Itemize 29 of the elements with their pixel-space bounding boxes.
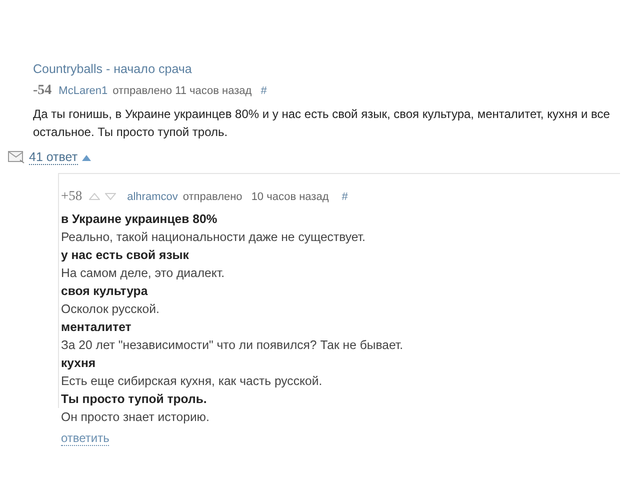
reply-text: Реально, такой национальности даже не существует. [61, 229, 366, 246]
comment-timestamp: отправлено 11 часов назад [112, 85, 252, 97]
replies-link[interactable]: 41 ответ [29, 150, 78, 165]
permalink[interactable]: # [260, 85, 267, 97]
reply-timestamp: 10 часов назад [251, 191, 329, 203]
quoted-text: у нас есть свой язык [61, 247, 190, 264]
downvote-icon[interactable] [105, 193, 116, 200]
post-title-link[interactable]: Countryballs - начало срача [33, 62, 620, 76]
quoted-text: своя культура [61, 283, 149, 300]
reply-score: +58 [61, 188, 82, 204]
reply-text: Он просто знает историю. [61, 409, 210, 426]
quoted-text: кухня [61, 355, 97, 372]
quoted-text: Ты просто тупой троль. [61, 391, 208, 408]
reply-text: Осколок русской. [61, 301, 160, 318]
comment-score: -54 [33, 83, 52, 99]
upvote-icon[interactable] [89, 193, 100, 200]
quoted-text: менталитет [61, 319, 132, 336]
author-link[interactable]: alhramcov [127, 191, 178, 203]
mail-icon [8, 151, 25, 164]
reply-text: Есть еще сибирская кухня, как часть русской. [61, 373, 324, 390]
collapse-arrow-icon[interactable] [82, 154, 91, 160]
comment-text: Да ты гонишь, в Украине украинцев 80% и у нас есть свой язык, своя культура, менталитет, кухня и все остальное. Ты просто тупой троль. [33, 106, 611, 141]
author-link[interactable]: McLaren1 [58, 85, 108, 97]
reply-link[interactable]: ответить [61, 431, 110, 446]
reply-sent-label: отправлено [182, 191, 242, 203]
permalink[interactable]: # [342, 191, 348, 203]
quoted-text: в Украине украинцев 80% [61, 211, 218, 228]
reply-text: За 20 лет "независимости" что ли появился? Так не бывает. [61, 337, 404, 354]
reply-text: На самом деле, это диалект. [61, 265, 226, 282]
